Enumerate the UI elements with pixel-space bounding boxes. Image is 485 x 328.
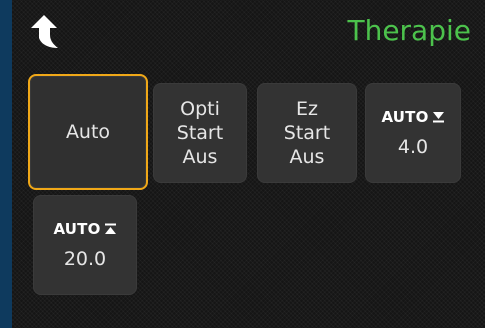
back-button[interactable] xyxy=(22,10,66,54)
auto-max-value: 20.0 xyxy=(63,248,107,270)
mode-auto-label: Auto xyxy=(65,121,111,143)
therapy-screen: Therapie Auto Opti Start Aus Ez Start Au… xyxy=(12,0,485,328)
ez-start-line2: Start xyxy=(283,122,331,144)
auto-min-value: 4.0 xyxy=(397,136,429,158)
arrow-down-to-bar-icon xyxy=(432,112,444,123)
back-arrow-icon xyxy=(31,15,58,48)
ez-start-line1: Ez xyxy=(296,98,318,120)
opti-start-line1: Opti xyxy=(180,98,220,120)
opti-start-line2: Start xyxy=(176,122,224,144)
auto-min-header: AUTO xyxy=(381,108,444,126)
mode-auto-tile[interactable]: Auto xyxy=(28,74,148,190)
auto-min-label: AUTO xyxy=(381,108,429,126)
ez-start-line3: Aus xyxy=(289,146,325,168)
opti-start-tile[interactable]: Opti Start Aus xyxy=(153,83,247,183)
arrow-up-to-bar-icon xyxy=(104,223,116,234)
page-title: Therapie xyxy=(347,14,471,47)
ez-start-tile[interactable]: Ez Start Aus xyxy=(257,83,357,183)
opti-start-line3: Aus xyxy=(182,146,218,168)
auto-min-pressure-tile[interactable]: AUTO 4.0 xyxy=(365,83,461,183)
auto-max-label: AUTO xyxy=(53,220,101,238)
auto-max-pressure-tile[interactable]: AUTO 20.0 xyxy=(33,195,137,295)
auto-max-header: AUTO xyxy=(53,220,116,238)
